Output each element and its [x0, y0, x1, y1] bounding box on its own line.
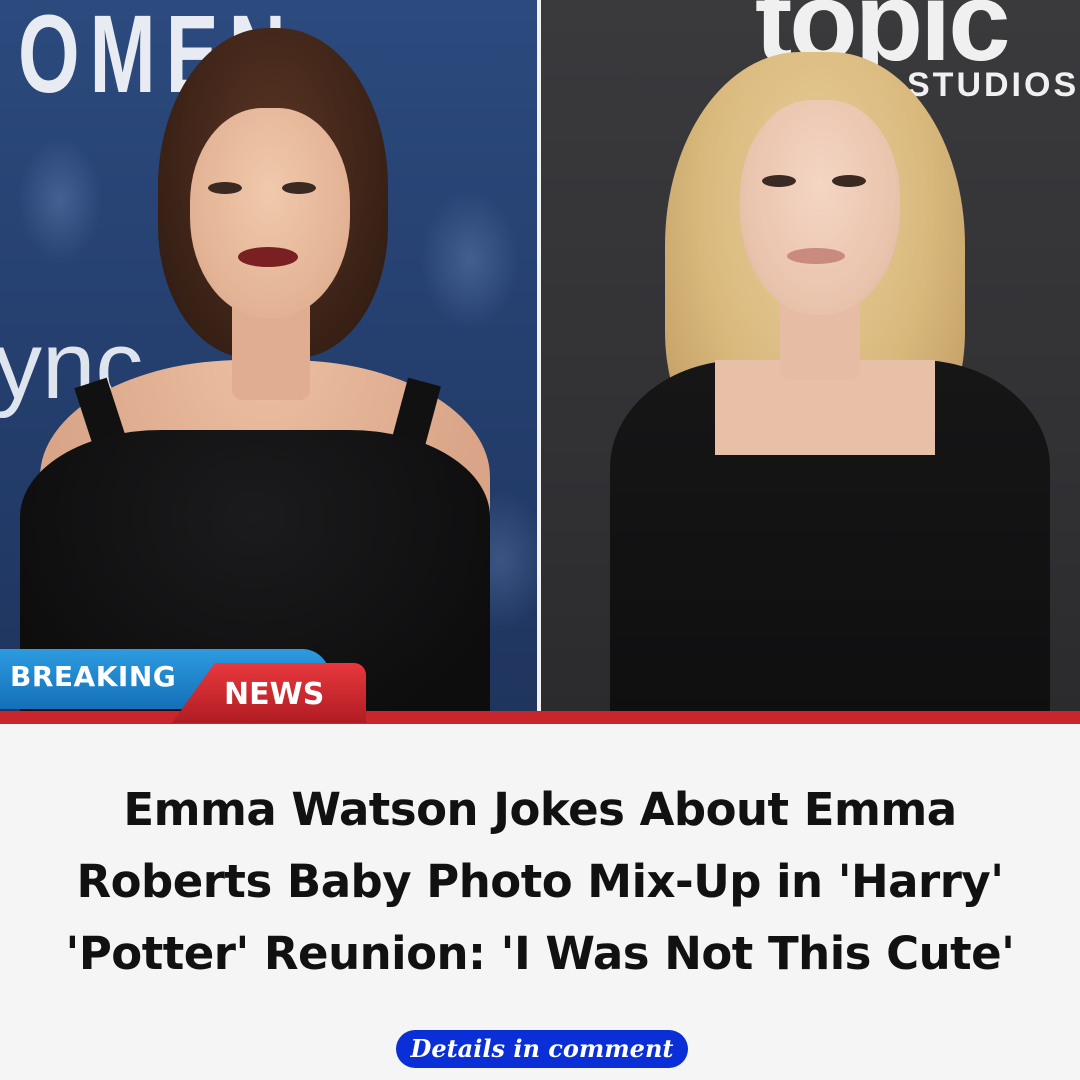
details-label: Details in comment: [410, 1034, 674, 1063]
headline-line: Emma Watson Jokes About Emma: [123, 783, 957, 836]
headline: Emma Watson Jokes About Emma Roberts Bab…: [20, 774, 1060, 990]
news-label: NEWS: [224, 677, 325, 712]
backdrop-logo-subtext: STUDIOS: [907, 66, 1080, 104]
headline-line: Roberts Baby Photo Mix-Up in 'Harry': [76, 855, 1004, 908]
headline-line: 'Potter' Reunion: 'I Was Not This Cute': [65, 927, 1015, 980]
banner-rule: [0, 711, 1080, 724]
breaking-label: BREAKING: [10, 660, 177, 693]
photo-collage: OMEN ync topic STUDIOS: [0, 0, 1080, 711]
